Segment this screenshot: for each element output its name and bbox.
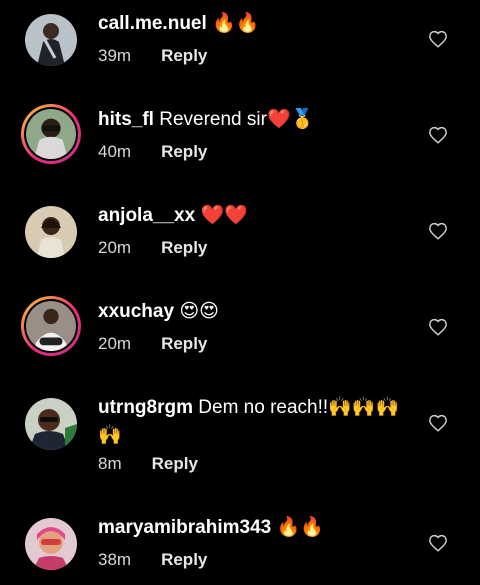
heart-outline-icon[interactable]	[428, 222, 448, 240]
timestamp: 40m	[98, 142, 132, 161]
comment-text: ❤️❤️	[195, 205, 248, 226]
timestamp: 38m	[98, 550, 132, 569]
timestamp: 20m	[98, 238, 132, 257]
reply-button[interactable]: Reply	[161, 334, 207, 354]
heart-outline-icon[interactable]	[428, 534, 448, 552]
reply-button[interactable]: Reply	[161, 550, 207, 570]
profile-photo	[26, 301, 76, 351]
timestamp: 39m	[98, 46, 132, 65]
reply-button[interactable]: Reply	[161, 46, 207, 66]
comment-text: Reverend sir❤️🥇	[153, 109, 315, 130]
username[interactable]: utrng8rgm	[98, 397, 193, 418]
profile-photo	[26, 109, 76, 159]
reply-button[interactable]: Reply	[161, 142, 207, 162]
reply-button[interactable]: Reply	[161, 238, 207, 258]
avatar[interactable]	[21, 104, 81, 164]
username[interactable]: maryamibrahim343	[98, 517, 271, 538]
avatar[interactable]	[21, 394, 81, 454]
timestamp: 8m	[98, 454, 122, 473]
heart-outline-icon[interactable]	[428, 30, 448, 48]
avatar[interactable]	[21, 202, 81, 262]
timestamp: 20m	[98, 334, 132, 353]
profile-photo	[25, 398, 77, 450]
username[interactable]: call.me.nuel	[98, 13, 207, 34]
profile-photo	[25, 14, 77, 66]
username[interactable]: anjola__xx	[98, 205, 195, 226]
avatar[interactable]	[21, 296, 81, 356]
comment-text: 😍😍	[174, 301, 219, 322]
avatar[interactable]	[21, 10, 81, 70]
profile-photo	[25, 206, 77, 258]
avatar[interactable]	[21, 514, 81, 574]
profile-photo	[25, 518, 77, 570]
heart-outline-icon[interactable]	[428, 126, 448, 144]
comment-text: 🔥🔥	[206, 13, 260, 34]
comment-text: 🔥🔥	[271, 517, 324, 538]
heart-outline-icon[interactable]	[428, 414, 448, 432]
username[interactable]: xxuchay	[98, 301, 174, 322]
heart-outline-icon[interactable]	[428, 318, 448, 336]
username[interactable]: hits_fl	[98, 109, 154, 130]
reply-button[interactable]: Reply	[152, 454, 198, 474]
